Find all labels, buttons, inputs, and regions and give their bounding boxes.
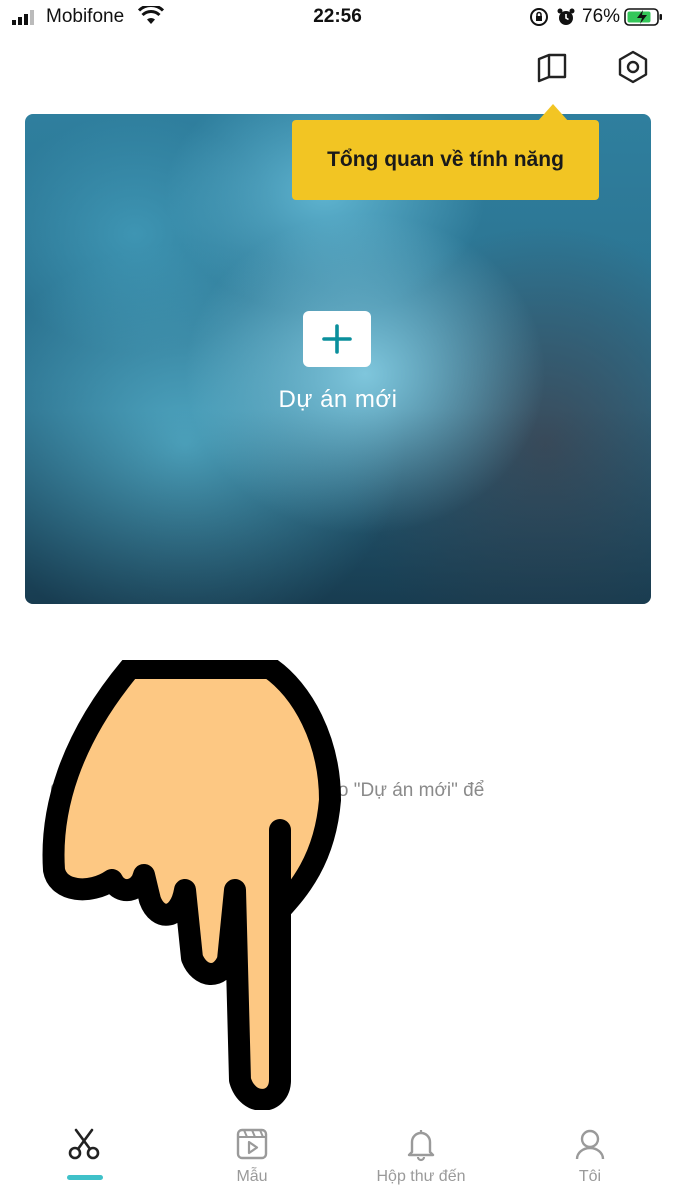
- profile-icon: [575, 1129, 605, 1160]
- plus-icon: [322, 324, 352, 354]
- alarm-icon: [557, 8, 575, 25]
- template-play-icon: [236, 1128, 268, 1160]
- status-bar: Mobifone 22:56 76%: [0, 0, 675, 36]
- rotation-lock-icon: [530, 8, 548, 26]
- tab-inbox-label: Hộp thư đến: [376, 1168, 466, 1185]
- book-icon[interactable]: [533, 48, 571, 86]
- tab-templates[interactable]: Mẫu: [168, 1110, 336, 1200]
- pointing-hand-icon: [42, 660, 341, 1111]
- active-tab-indicator: [67, 1175, 103, 1180]
- battery-percent: 76%: [582, 6, 621, 27]
- tab-inbox[interactable]: Hộp thư đến: [337, 1110, 505, 1200]
- settings-icon[interactable]: [614, 48, 652, 86]
- tab-me[interactable]: Tôi: [506, 1110, 674, 1200]
- battery-charging-icon: [624, 8, 662, 26]
- new-project-label: Dự án mới: [278, 386, 398, 413]
- new-project-button[interactable]: [303, 311, 371, 367]
- tab-templates-label: Mẫu: [236, 1168, 268, 1185]
- tab-me-label: Tôi: [578, 1168, 602, 1185]
- bottom-nav: Mẫu Hộp thư đến Tôi: [0, 1110, 675, 1200]
- bell-icon: [407, 1130, 435, 1162]
- tooltip-text: Tổng quan về tính năng: [327, 148, 564, 171]
- scissors-icon: [68, 1128, 100, 1160]
- feature-overview-tooltip[interactable]: Tổng quan về tính năng: [292, 120, 599, 200]
- tab-edit[interactable]: [0, 1110, 168, 1200]
